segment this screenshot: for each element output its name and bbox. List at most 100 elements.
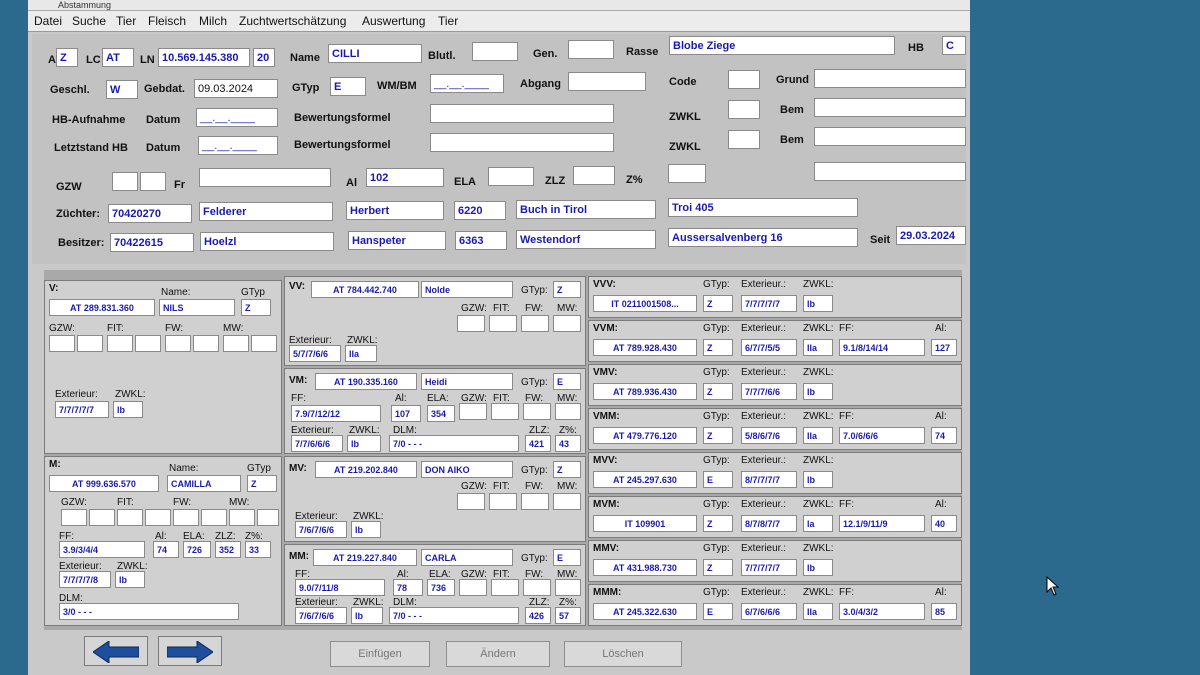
m-mw-field-1[interactable] [229,509,255,526]
mm-dlm-field[interactable]: 7/0 - - - [389,607,519,624]
m-zwkl-field[interactable]: lb [115,571,145,588]
zuechter-plz-field[interactable]: 6220 [454,201,506,220]
mm-ff-field[interactable]: 9.0/7/11/8 [295,579,385,596]
vvm-al-field[interactable]: 127 [931,339,957,356]
vvv-ext-field[interactable]: 7/7/7/7/7 [741,295,797,312]
mm-fw-field[interactable] [523,579,551,596]
ln-field[interactable]: 10.569.145.380 [158,48,250,67]
mv-id-field[interactable]: AT 219.202.840 [315,461,417,478]
mm-name-field[interactable]: CARLA [421,549,513,566]
zuechter-adresse-field[interactable]: Troi 405 [668,198,858,217]
bewertung1-field[interactable] [430,104,614,123]
mvv-ext-field[interactable]: 8/7/7/7/7 [741,471,797,488]
mvm-ext-field[interactable]: 8/7/8/7/7 [741,515,797,532]
blutl-field[interactable] [472,42,518,61]
vm-ela-field[interactable]: 354 [427,405,455,422]
vmv-id-field[interactable]: AT 789.936.430 [593,383,697,400]
wmbm-field[interactable]: __.__.____ [430,74,504,93]
mvm-zwkl-field[interactable]: la [803,515,833,532]
mm-fit-field[interactable] [491,579,519,596]
extra-field[interactable] [814,162,966,181]
mv-mw-field[interactable] [553,493,581,510]
mm-gtyp-field[interactable]: E [553,549,581,566]
vm-zp-field[interactable]: 43 [555,435,581,452]
al-field[interactable]: 102 [366,168,444,187]
vmv-ext-field[interactable]: 7/7/7/6/6 [741,383,797,400]
fr-field[interactable] [199,168,331,187]
datum1-field[interactable]: __.__.____ [196,108,278,127]
gen-field[interactable] [568,40,614,59]
m-gzw-field-1[interactable] [61,509,87,526]
mv-ext-field[interactable]: 7/6/7/6/6 [295,521,347,538]
mm-al-field[interactable]: 78 [393,579,423,596]
vm-mw-field[interactable] [555,403,581,420]
mm-zp-field[interactable]: 57 [555,607,581,624]
m-ff-field[interactable]: 3.9/3/4/4 [59,541,145,558]
besitzer-adresse-field[interactable]: Aussersalvenberg 16 [668,228,858,247]
aendern-button[interactable]: Ändern [446,641,550,667]
besitzer-ort-field[interactable]: Westendorf [516,230,656,249]
grund-field[interactable] [814,69,966,88]
vm-fw-field[interactable] [523,403,551,420]
mv-fit-field[interactable] [489,493,517,510]
vm-fit-field[interactable] [491,403,519,420]
besitzer-vorname-field[interactable]: Hanspeter [348,231,446,250]
vm-zwkl-field[interactable]: lb [347,435,381,452]
lc-field[interactable]: AT [102,48,134,67]
vmm-ext-field[interactable]: 5/8/6/7/6 [741,427,797,444]
m-ext-field[interactable]: 7/7/7/7/8 [59,571,111,588]
loeschen-button[interactable]: Löschen [564,641,682,667]
gebdat-field[interactable]: 09.03.2024 [194,79,278,98]
v-name-field[interactable]: NILS [159,299,235,316]
vmv-gtyp-field[interactable]: Z [703,383,733,400]
mmv-gtyp-field[interactable]: Z [703,559,733,576]
menu-tier[interactable]: Tier [116,14,136,28]
mvv-gtyp-field[interactable]: E [703,471,733,488]
menu-zuchtwertschaetzung[interactable]: Zuchtwertschätzung [239,14,346,28]
besitzer-nr-field[interactable]: 70422615 [110,233,194,252]
m-mw-field-2[interactable] [257,509,279,526]
gtyp-field[interactable]: E [330,77,366,96]
vv-mw-field[interactable] [553,315,581,332]
mmm-gtyp-field[interactable]: E [703,603,733,620]
m-name-field[interactable]: CAMILLA [167,475,241,492]
m-ela-field[interactable]: 726 [183,541,211,558]
datum2-field[interactable]: __.__.____ [198,136,278,155]
name-field[interactable]: CILLI [328,44,422,63]
mvm-al-field[interactable]: 40 [931,515,957,532]
v-fit-field-2[interactable] [135,335,161,352]
v-fw-field-1[interactable] [165,335,191,352]
besitzer-nachname-field[interactable]: Hoelzl [200,232,334,251]
ela-field[interactable] [488,167,534,186]
mvv-zwkl-field[interactable]: lb [803,471,833,488]
v-gtyp-field[interactable]: Z [241,299,271,316]
vm-al-field[interactable]: 107 [391,405,421,422]
bem2-field[interactable] [814,127,966,146]
rasse-field[interactable]: Blobe Ziege [669,36,895,55]
hb-field[interactable]: C [942,36,966,55]
vvv-zwkl-field[interactable]: lb [803,295,833,312]
zwkl2-field[interactable] [728,130,760,149]
vv-gtyp-field[interactable]: Z [553,281,581,298]
vv-fit-field[interactable] [489,315,517,332]
m-fit-field-2[interactable] [145,509,171,526]
bewertung2-field[interactable] [430,133,614,152]
zlz-field[interactable] [573,166,615,185]
zuechter-vorname-field[interactable]: Herbert [346,201,444,220]
vvm-ff-field[interactable]: 9.1/8/14/14 [839,339,925,356]
back-arrow-button[interactable] [84,636,148,666]
m-al-field[interactable]: 74 [153,541,179,558]
vvm-gtyp-field[interactable]: Z [703,339,733,356]
vmm-zwkl-field[interactable]: IIa [803,427,833,444]
mm-ext-field[interactable]: 7/6/7/6/6 [295,607,347,624]
m-fit-field-1[interactable] [117,509,143,526]
besitzer-plz-field[interactable]: 6363 [455,231,507,250]
vmm-gtyp-field[interactable]: Z [703,427,733,444]
m-zp-field[interactable]: 33 [245,541,271,558]
mv-gtyp-field[interactable]: Z [553,461,581,478]
mm-zlz-field[interactable]: 426 [525,607,551,624]
vv-zwkl-field[interactable]: IIa [345,345,377,362]
menu-fleisch[interactable]: Fleisch [148,14,186,28]
gzw-field-1[interactable] [112,172,138,191]
mmm-al-field[interactable]: 85 [931,603,957,620]
